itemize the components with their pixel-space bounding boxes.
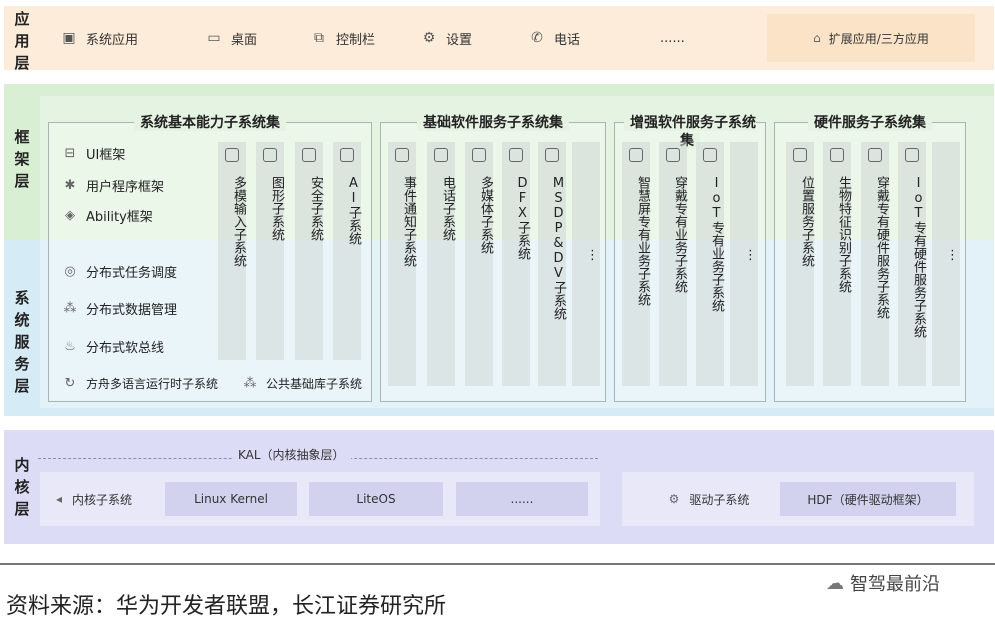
driver-subsystem[interactable]: ⚙ 驱动子系统 [650, 482, 768, 516]
kernel-subsystem[interactable]: ◂ 内核子系统 [48, 482, 156, 516]
framework-item-user-program[interactable]: ✱ 用户程序框架 [62, 176, 164, 196]
framework-item-ability[interactable]: ◈ Ability框架 [62, 206, 153, 226]
service-item-task-schedule[interactable]: ◎ 分布式任务调度 [62, 262, 177, 282]
common-library-subsystem[interactable]: ⁂ 公共基础库子系统 [242, 375, 363, 392]
group-title: 基础软件服务子系统集 [381, 114, 605, 132]
smart-screen-icon [629, 148, 643, 162]
kal-label: KAL（内核抽象层） [232, 446, 351, 463]
subsystem-column[interactable]: 多模输入子系统 [218, 142, 246, 360]
divider [0, 563, 995, 565]
subsystem-column[interactable]: MSDP&DV子系统 [538, 142, 566, 386]
security-icon [302, 148, 316, 162]
kernel-icon: ◂ [56, 492, 63, 506]
app-item-control-bar[interactable]: ⧉ 控制栏 [310, 14, 375, 62]
framework-item-ui[interactable]: ⊟ UI框架 [62, 144, 126, 164]
ability-icon: ◈ [65, 207, 75, 223]
subsystem-column[interactable]: 穿戴专有硬件服务子系统 [861, 142, 889, 386]
brand-watermark: ☁ 智驾最前沿 [826, 572, 940, 596]
hdf[interactable]: HDF（硬件驱动框架） [780, 482, 956, 516]
kernel-linux[interactable]: Linux Kernel [165, 482, 297, 516]
group-title: 硬件服务子系统集 [775, 114, 965, 132]
layer-label-framework: 框架层 [14, 128, 30, 190]
monitor-icon: ▭ [207, 30, 221, 46]
subsystem-column-more: ⋮ [730, 142, 758, 386]
subsystem-column[interactable]: 图形子系统 [256, 142, 284, 360]
phone-share-icon [434, 148, 448, 162]
subsystem-column-more: ⋮ [932, 142, 960, 386]
service-item-soft-bus[interactable]: ♨ 分布式软总线 [62, 337, 164, 357]
iot-hardware-icon [905, 148, 919, 162]
driver-icon: ⚙ [668, 492, 680, 506]
kernel-more: ...... [456, 482, 588, 516]
dfx-icon [509, 148, 523, 162]
subsystem-column[interactable]: DFX子系统 [502, 142, 530, 386]
runtime-subsystem[interactable]: ↻ 方舟多语言运行时子系统 [62, 375, 218, 392]
control-bar-icon: ⧉ [314, 30, 324, 46]
group-title: 系统基本能力子系统集 [49, 114, 371, 132]
service-item-data-management[interactable]: ⁂ 分布式数据管理 [62, 299, 178, 319]
phone-icon: ✆ [531, 30, 543, 46]
subsystem-column[interactable]: AI子系统 [333, 142, 361, 360]
msdp-icon [545, 148, 559, 162]
subsystem-column[interactable]: 智慧屏专有业务子系统 [622, 142, 650, 386]
app-item-system-apps[interactable]: ▣ 系统应用 [60, 14, 138, 62]
notification-icon [395, 148, 409, 162]
subsystem-column[interactable]: IoT专有硬件服务子系统 [898, 142, 926, 386]
subsystem-column[interactable]: 多媒体子系统 [465, 142, 493, 386]
watch-icon [666, 148, 680, 162]
subsystem-column[interactable]: 电话子系统 [427, 142, 455, 386]
layer-label-app: 应用层 [14, 10, 30, 72]
layer-label-system-service: 系统服务层 [14, 289, 30, 395]
subsystem-column[interactable]: 事件通知子系统 [388, 142, 416, 386]
soft-bus-icon: ♨ [64, 338, 76, 354]
wearable-icon [868, 148, 882, 162]
source-caption: 资料来源：华为开发者联盟，长江证券研究所 [6, 594, 447, 619]
app-window-icon: ▣ [62, 30, 76, 46]
app-item-extension[interactable]: ⌂ 扩展应用/三方应用 [767, 14, 975, 62]
subsystem-column[interactable]: 生物特征识别子系统 [823, 142, 851, 386]
input-icon [225, 148, 239, 162]
data-management-icon: ⁂ [63, 300, 77, 316]
multimedia-icon [472, 148, 486, 162]
task-schedule-icon: ◎ [64, 263, 76, 279]
subsystem-column-more: ⋮ [572, 142, 600, 386]
app-item-phone[interactable]: ✆ 电话 [528, 14, 580, 62]
app-item-desktop[interactable]: ▭ 桌面 [205, 14, 257, 62]
subsystem-column[interactable]: 位置服务子系统 [786, 142, 814, 386]
subsystem-column[interactable]: 穿戴专有业务子系统 [659, 142, 687, 386]
location-icon [793, 148, 807, 162]
biometric-icon [830, 148, 844, 162]
app-framework-icon: ✱ [64, 177, 76, 193]
runtime-icon: ↻ [64, 375, 76, 391]
house-icon: ⌂ [813, 31, 821, 45]
wechat-icon: ☁ [826, 572, 844, 594]
app-item-more: ...... [660, 30, 685, 46]
library-icon: ⁂ [243, 375, 257, 391]
app-item-settings[interactable]: ⚙ 设置 [420, 14, 472, 62]
subsystem-column[interactable]: IoT专有业务子系统 [696, 142, 724, 386]
iot-icon [703, 148, 717, 162]
subsystem-column[interactable]: 安全子系统 [295, 142, 323, 360]
kernel-liteos[interactable]: LiteOS [309, 482, 443, 516]
layer-label-kernel: 内核层 [14, 456, 30, 518]
ai-icon [340, 148, 354, 162]
ui-frame-icon: ⊟ [64, 145, 76, 161]
gear-icon: ⚙ [422, 30, 436, 46]
graphics-icon [263, 148, 277, 162]
